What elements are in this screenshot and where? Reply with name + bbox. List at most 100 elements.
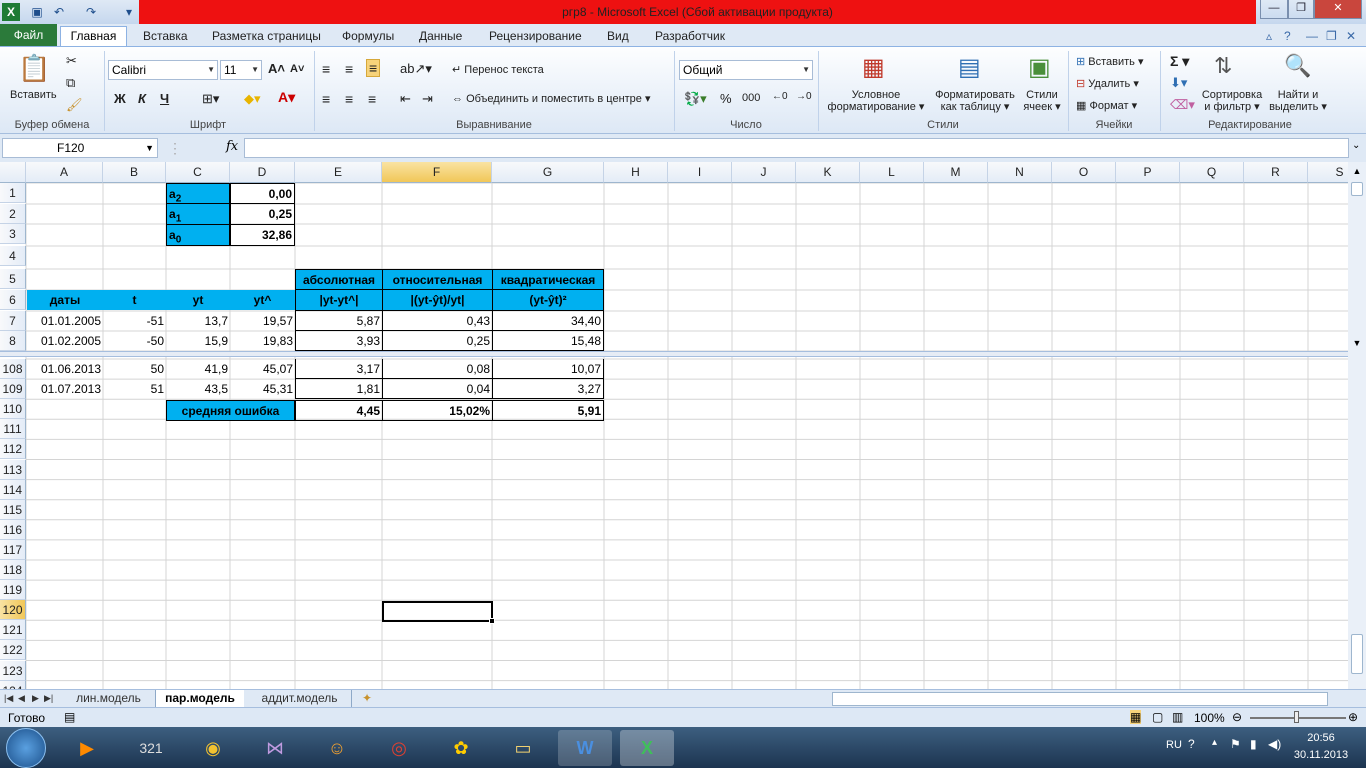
tab-developer[interactable]: Разработчик [655, 28, 725, 46]
cell-y[interactable]: 43,5 [166, 379, 230, 399]
font-name-select[interactable]: Calibri ▼ [108, 60, 218, 80]
selected-cell[interactable] [382, 601, 493, 622]
row-header-110[interactable]: 110 [0, 399, 26, 420]
format-painter-icon[interactable]: 🖌 [66, 97, 83, 113]
header-yhat[interactable]: yt^ [230, 290, 295, 310]
help-tray-icon[interactable]: ? [1188, 737, 1195, 751]
cut-icon[interactable]: ✂ [66, 53, 77, 69]
fill-handle[interactable] [489, 618, 495, 624]
tab-review[interactable]: Рецензирование [489, 28, 582, 46]
minimize-icon[interactable]: — [1260, 0, 1288, 19]
wrap-text-button[interactable]: ↵ Перенос текста [452, 63, 544, 76]
conditional-formatting-button[interactable]: Условное форматирование ▾ [824, 89, 928, 113]
zoom-level[interactable]: 100% [1194, 711, 1225, 725]
zoom-in-icon[interactable]: ⊕ [1348, 710, 1358, 724]
header-rel-formula[interactable]: |(yt-ŷt)/yt| [382, 289, 493, 311]
tab-home[interactable]: Главная [60, 26, 127, 47]
cell-yhat[interactable]: 45,07 [230, 359, 295, 379]
tab-insert[interactable]: Вставка [143, 28, 188, 46]
word-icon[interactable]: W [558, 730, 612, 766]
cell-abs[interactable]: 3,17 [295, 359, 383, 379]
grow-font-icon[interactable]: A˄ [268, 61, 285, 76]
underline-button[interactable]: Ч [160, 91, 169, 106]
column-header-b[interactable]: B [103, 162, 166, 183]
cell-rel[interactable]: 0,04 [382, 379, 493, 399]
cell-date[interactable]: 01.01.2005 [27, 311, 103, 331]
page-layout-view-icon[interactable]: ▢ [1152, 710, 1163, 724]
cell-sq[interactable]: 34,40 [492, 311, 604, 331]
format-as-table-button[interactable]: Форматировать как таблицу ▾ [930, 89, 1020, 113]
cell-sq[interactable]: 15,48 [492, 331, 604, 351]
tab-file[interactable]: Файл [0, 24, 57, 46]
summary-abs[interactable]: 4,45 [295, 400, 383, 421]
align-top-icon[interactable]: ≡ [322, 61, 330, 77]
pane-splitter[interactable] [0, 351, 1348, 357]
cell-abs[interactable]: 1,81 [295, 379, 383, 399]
param-value-a1[interactable]: 0,25 [230, 203, 295, 225]
game-icon[interactable]: ☺ [310, 730, 364, 766]
column-header-c[interactable]: C [166, 162, 230, 183]
increase-indent-icon[interactable]: ⇥ [422, 91, 433, 107]
row-header-116[interactable]: 116 [0, 519, 26, 540]
conditional-formatting-icon[interactable]: ▦ [862, 53, 885, 82]
visual-studio-icon[interactable]: ⋈ [248, 730, 302, 766]
cell-yhat[interactable]: 19,57 [230, 311, 295, 331]
clock-time[interactable]: 20:56 [1296, 732, 1346, 744]
paste-icon[interactable]: 📋 [18, 53, 50, 84]
language-indicator[interactable]: RU [1166, 739, 1182, 751]
cell-t[interactable]: 51 [103, 379, 166, 399]
param-label-a0[interactable]: a0 [166, 224, 230, 246]
row-header-112[interactable]: 112 [0, 439, 26, 460]
column-header-s[interactable]: S [1308, 162, 1348, 183]
cell-y[interactable]: 41,9 [166, 359, 230, 379]
percent-button[interactable]: % [720, 91, 732, 106]
cell-date[interactable]: 01.07.2013 [27, 379, 103, 399]
borders-icon[interactable]: ⊞▾ [202, 91, 219, 107]
header-yt[interactable]: yt [166, 290, 230, 310]
flag-icon[interactable]: ⚑ [1230, 737, 1241, 751]
minimize-ribbon-icon[interactable]: ▵ [1266, 28, 1272, 46]
fill-icon[interactable]: ⬇▾ [1170, 75, 1187, 91]
column-header-n[interactable]: N [988, 162, 1052, 183]
decrease-decimal-icon[interactable]: →0 [796, 91, 812, 102]
formula-input[interactable] [244, 138, 1349, 158]
first-sheet-icon[interactable]: |◀ [4, 690, 13, 708]
row-header-108[interactable]: 108 [0, 359, 26, 379]
fill-color-icon[interactable]: ◆▾ [244, 91, 261, 107]
param-value-a0[interactable]: 32,86 [230, 224, 295, 246]
column-header-j[interactable]: J [732, 162, 796, 183]
summary-sq[interactable]: 5,91 [492, 400, 604, 421]
column-header-l[interactable]: L [860, 162, 924, 183]
column-header-r[interactable]: R [1244, 162, 1308, 183]
select-all-corner[interactable] [0, 162, 26, 183]
customize-qat-icon[interactable]: ▾ [120, 3, 138, 21]
normal-view-icon[interactable]: ▦ [1130, 710, 1142, 724]
header-sq-formula[interactable]: (yt-ŷt)² [492, 289, 604, 311]
excel-taskbar-icon[interactable]: X [620, 730, 674, 766]
header-abs-formula[interactable]: |yt-yt^| [295, 289, 383, 311]
chrome-icon[interactable]: ◎ [372, 730, 426, 766]
cell-rel[interactable]: 0,25 [382, 331, 493, 351]
save-icon[interactable]: ▣ [28, 3, 46, 21]
row-header-111[interactable]: 111 [0, 419, 26, 440]
cell-date[interactable]: 01.06.2013 [27, 359, 103, 379]
pinwheel-icon[interactable]: ✿ [434, 730, 488, 766]
next-sheet-icon[interactable]: ▶ [32, 690, 39, 708]
header-t[interactable]: t [103, 290, 166, 310]
row-header-3[interactable]: 3 [0, 224, 26, 244]
redo-icon[interactable]: ↷ [82, 3, 100, 21]
tab-formulas[interactable]: Формулы [342, 28, 394, 46]
column-header-e[interactable]: E [295, 162, 382, 183]
page-break-view-icon[interactable]: ▥ [1172, 710, 1183, 724]
cell-t[interactable]: -50 [103, 331, 166, 351]
cell-date[interactable]: 01.02.2005 [27, 331, 103, 351]
row-header-109[interactable]: 109 [0, 379, 26, 400]
align-left-icon[interactable]: ≡ [322, 91, 330, 107]
find-select-icon[interactable]: 🔍 [1284, 53, 1311, 79]
delete-cells-button[interactable]: ⊟ Удалить ▾ [1076, 77, 1139, 90]
new-sheet-icon[interactable]: ✦ [362, 690, 372, 708]
decrease-indent-icon[interactable]: ⇤ [400, 91, 411, 107]
align-middle-icon[interactable]: ≡ [345, 61, 353, 77]
zoom-slider-thumb[interactable] [1294, 711, 1299, 723]
row-header-7[interactable]: 7 [0, 311, 26, 331]
